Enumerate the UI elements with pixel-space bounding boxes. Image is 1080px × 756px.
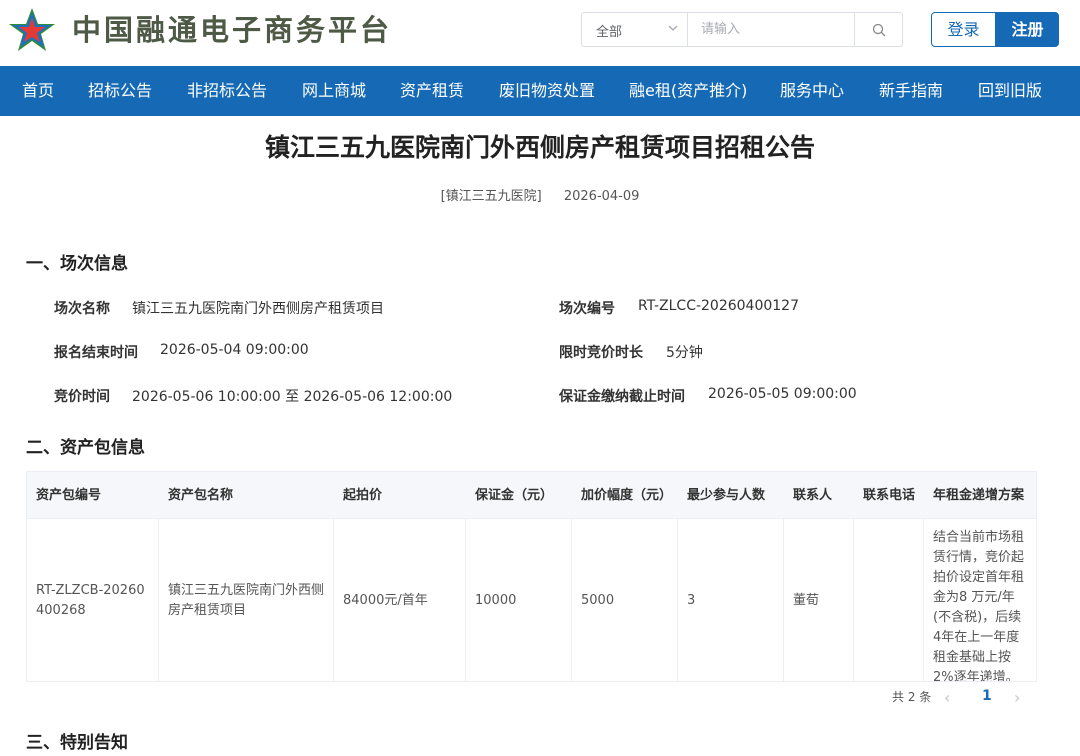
column-header: 最少参与人数 <box>687 488 766 503</box>
rent-plan-cell: 结合当前市场租赁行情，竞价起拍价设定首年租金为8 万元/年(不含税)，后续4年在… <box>933 530 1025 682</box>
min-participants-cell: 3 <box>678 519 784 681</box>
signup-end-label: 报名结束时间 <box>54 345 138 361</box>
nav-item-mall[interactable]: 网上商城 <box>302 66 366 116</box>
package-table: 资产包编号 资产包名称 起拍价 保证金（元） 加价幅度（元） 最少参与人数 联系… <box>26 471 1037 682</box>
package-name-cell: 镇江三五九医院南门外西侧房产租赁项目 <box>159 519 334 681</box>
column-header: 年租金递增方案 <box>933 488 1025 503</box>
contact-cell: 董荀 <box>784 519 854 681</box>
chevron-down-icon <box>668 25 678 31</box>
session-code-value: RT-ZLCC-20260400127 <box>638 298 799 314</box>
search-category-value: 全部 <box>596 25 623 40</box>
bid-time-label: 竞价时间 <box>54 389 110 405</box>
pager-page-number[interactable]: 1 <box>982 688 992 706</box>
column-header: 保证金（元） <box>475 488 554 503</box>
nav-item-old-version[interactable]: 回到旧版 <box>978 66 1042 116</box>
page-title: 镇江三五九医院南门外西侧房产租赁项目招租公告 <box>264 133 815 162</box>
session-info-heading: 一、场次信息 <box>26 254 128 274</box>
deposit-cell: 10000 <box>466 519 572 681</box>
package-code-cell: RT-ZLZCB-20260400268 <box>27 519 159 681</box>
search-icon <box>872 23 886 37</box>
nav-item-beginner-guide[interactable]: 新手指南 <box>879 66 943 116</box>
column-header: 联系人 <box>793 488 833 503</box>
search-input[interactable] <box>689 13 854 46</box>
search-box: 全部 <box>581 12 903 47</box>
nav-item-asset-lease[interactable]: 资产租赁 <box>400 66 464 116</box>
article-meta: [镇江三五九医院] 2026-04-09 <box>0 185 1080 204</box>
deposit-deadline-label: 保证金缴纳截止时间 <box>559 389 685 405</box>
start-price-cell: 84000元/首年 <box>334 519 466 681</box>
session-name-value: 镇江三五九医院南门外西侧房产租赁项目 <box>132 301 384 317</box>
column-header: 起拍价 <box>343 488 383 503</box>
nav-item-waste-disposal[interactable]: 废旧物资处置 <box>499 66 595 116</box>
phone-cell <box>854 519 924 681</box>
bid-time-value: 2026-05-06 10:00:00 至 2026-05-06 12:00:0… <box>132 389 453 405</box>
main-nav: 首页 招标公告 非招标公告 网上商城 资产租赁 废旧物资处置 融e租(资产推介)… <box>0 66 1080 116</box>
nav-item-rong-e-zu[interactable]: 融e租(资产推介) <box>629 66 747 116</box>
search-button[interactable] <box>854 13 902 46</box>
site-name[interactable]: 中国融通电子商务平台 <box>72 10 392 50</box>
site-header: 中国融通电子商务平台 全部 登录 注册 <box>0 0 1080 66</box>
search-category-select[interactable]: 全部 <box>582 13 688 46</box>
time-limit-label: 限时竞价时长 <box>559 345 643 361</box>
session-name-label: 场次名称 <box>54 301 110 317</box>
deposit-deadline-value: 2026-05-05 09:00:00 <box>708 386 857 402</box>
article-source: [镇江三五九医院] <box>440 189 542 204</box>
login-button[interactable]: 登录 <box>931 12 996 47</box>
column-header: 联系电话 <box>863 488 916 503</box>
nav-item-tender[interactable]: 招标公告 <box>88 66 152 116</box>
column-header: 资产包名称 <box>168 488 234 503</box>
register-button[interactable]: 注册 <box>996 12 1059 47</box>
pager-next-icon[interactable]: › <box>1014 688 1020 707</box>
pager-prev-icon[interactable]: ‹ <box>944 688 950 707</box>
increment-cell: 5000 <box>572 519 678 681</box>
table-header: 资产包编号 资产包名称 起拍价 保证金（元） 加价幅度（元） 最少参与人数 联系… <box>27 472 1036 519</box>
nav-item-non-tender[interactable]: 非招标公告 <box>187 66 267 116</box>
session-code-label: 场次编号 <box>559 301 615 317</box>
nav-item-home[interactable]: 首页 <box>22 66 54 116</box>
special-notice-heading: 三、特别告知 <box>26 733 128 753</box>
column-header: 资产包编号 <box>36 488 102 503</box>
pager-total: 共 2 条 <box>892 690 932 704</box>
signup-end-value: 2026-05-04 09:00:00 <box>160 342 309 358</box>
column-header: 加价幅度（元） <box>581 488 673 503</box>
package-info-heading: 二、资产包信息 <box>26 438 145 458</box>
nav-item-service-center[interactable]: 服务中心 <box>780 66 844 116</box>
article-date: 2026-04-09 <box>563 189 640 204</box>
logo-star-icon[interactable] <box>8 6 56 54</box>
time-limit-value: 5分钟 <box>666 345 703 361</box>
